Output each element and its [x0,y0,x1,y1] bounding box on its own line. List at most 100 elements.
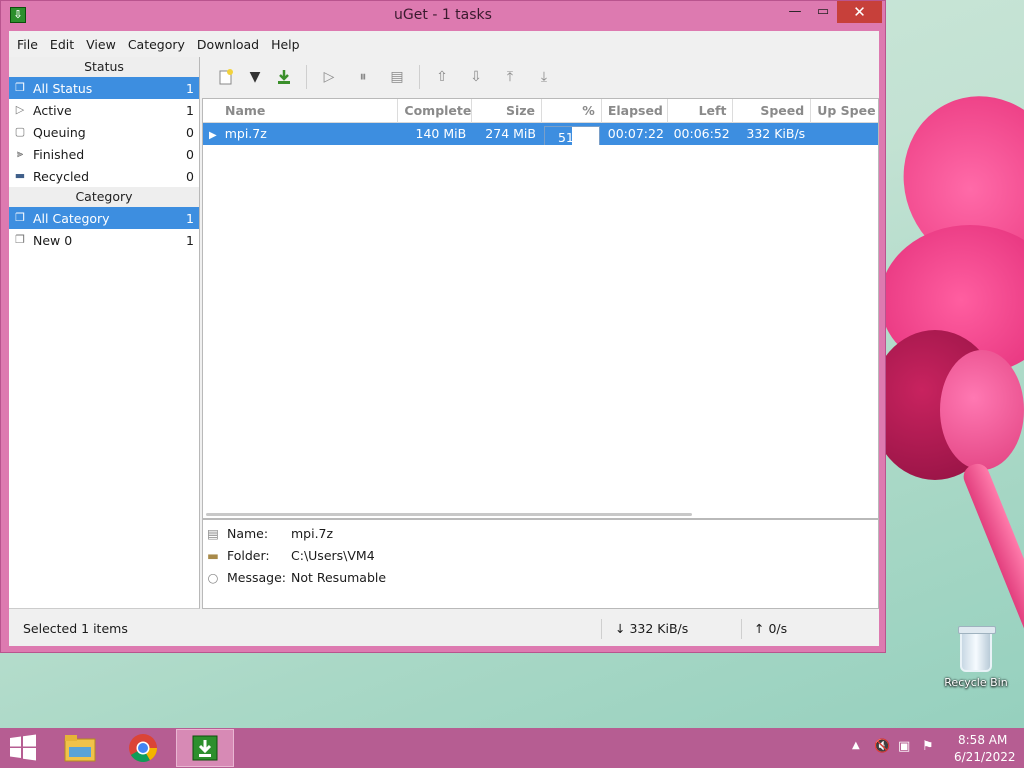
list-header: Name Complete Size % Elapsed Left Speed … [203,99,878,123]
minimize-button[interactable]: — [781,1,809,23]
network-icon[interactable]: ▣ [898,739,910,754]
maximize-button[interactable]: ▭ [809,1,837,23]
sidebar-item-count: 1 [186,102,194,118]
close-button[interactable]: ✕ [837,1,882,23]
sidebar-item-count: 0 [186,146,194,162]
windows-start-icon[interactable] [8,734,40,762]
status-separator [601,619,602,639]
recycle-bin-label: Recycle Bin [944,676,1008,689]
file-explorer-icon[interactable] [52,729,108,767]
sidebar-item-label: Recycled [33,168,90,184]
task-left: 00:06:52 [673,126,730,141]
progress-bar: 51% [543,126,600,145]
sidebar-item-count: 0 [186,168,194,184]
clock-time[interactable]: 8:58 AM [958,733,1007,747]
category-icon: ❐ [15,233,25,246]
move-top-icon[interactable]: ⤒ [496,63,524,91]
detail-message-label: Message: [227,569,286,585]
col-up-speed[interactable]: Up Spee [811,99,878,123]
sidebar-item-finished[interactable]: ⫸ Finished 0 [9,143,199,165]
status-bar: Selected 1 items ↓ 332 KiB/s ↑ 0/s [9,611,879,646]
col-name[interactable]: Name [203,99,399,123]
properties-icon[interactable]: ▤ [383,63,411,91]
status-header: Status [9,57,199,77]
system-tray: ▲ 🔇 ▣ ⚑ 8:58 AM 6/21/2022 [844,728,1024,768]
dropdown-icon[interactable]: ▼ [246,63,264,91]
task-percent-cell: 51% [542,123,602,145]
download-list: Name Complete Size % Elapsed Left Speed … [202,98,879,519]
move-up-icon[interactable]: ⇧ [428,63,456,91]
status-separator [741,619,742,639]
col-size[interactable]: Size [472,99,542,123]
pause-icon[interactable]: ⏸ [349,63,377,91]
detail-folder-value: C:\Users\VM4 [291,547,375,563]
menu-download[interactable]: Download [191,37,265,52]
task-name: mpi.7z [224,126,267,141]
menu-view[interactable]: View [80,37,122,52]
all-category-icon: ❐ [15,211,25,224]
col-name-label: Name [225,103,266,118]
sidebar-item-all-category[interactable]: ❐ All Category 1 [9,207,199,229]
folder-icon: ▬ [207,547,219,563]
clock-date[interactable]: 6/21/2022 [954,750,1016,764]
menu-help[interactable]: Help [265,37,306,52]
sidebar-item-active[interactable]: ▷ Active 1 [9,99,199,121]
finished-icon: ⫸ [16,147,24,160]
file-icon: ▤ [207,525,219,541]
sidebar-item-count: 0 [186,124,194,140]
new-download-icon[interactable] [212,63,240,91]
active-icon: ▷ [15,103,25,116]
flower-petal [940,350,1024,470]
task-complete: 140 MiB [415,126,467,141]
action-center-icon[interactable]: ⚑ [922,739,934,754]
move-down-icon[interactable]: ⇩ [462,63,490,91]
sidebar-item-label: All Status [33,80,93,96]
menu-bar: File Edit View Category Download Help [9,31,879,57]
show-hidden-icons-icon[interactable]: ▲ [852,740,860,751]
detail-name-label: Name: [227,525,269,541]
task-size: 274 MiB [485,126,536,141]
col-complete[interactable]: Complete [398,99,473,123]
detail-message-value: Not Resumable [291,569,387,585]
sidebar-item-count: 1 [186,80,194,96]
sidebar-item-label: Queuing [33,124,86,140]
col-percent[interactable]: % [542,99,602,123]
uget-taskbar-icon[interactable] [176,729,234,767]
toolbar-separator [306,65,307,89]
table-row[interactable]: ▶ mpi.7z 140 MiB 274 MiB 51% 00:07:22 00:… [203,123,878,145]
sidebar-item-recycled[interactable]: ▬ Recycled 0 [9,165,199,187]
col-speed[interactable]: Speed [733,99,812,123]
sidebar-item-queuing[interactable]: ▢ Queuing 0 [9,121,199,143]
selection-status: Selected 1 items [23,621,128,636]
detail-folder-row: ▬ Folder: C:\Users\VM4 [203,544,878,566]
new-batch-icon[interactable] [270,63,298,91]
details-panel: ▤ Name: mpi.7z ▬ Folder: C:\Users\VM4 ○ … [202,519,879,609]
progress-text: 51% [557,130,586,145]
recycle-bin-icon [958,626,996,672]
col-elapsed[interactable]: Elapsed [602,99,668,123]
chrome-icon[interactable] [115,729,171,767]
sidebar-item-count: 1 [186,210,194,226]
sidebar: Status ❐ All Status 1 ▷ Active 1 ▢ Queui… [9,57,200,609]
menu-file[interactable]: File [11,37,44,52]
task-elapsed: 00:07:22 [607,126,664,141]
sidebar-item-new-0[interactable]: ❐ New 0 1 [9,229,199,251]
start-icon[interactable]: ▷ [315,63,343,91]
download-speed: ↓ 332 KiB/s [615,621,689,636]
window-client: File Edit View Category Download Help St… [9,31,879,646]
move-bottom-icon[interactable]: ⤓ [530,63,558,91]
horizontal-scrollbar[interactable] [206,513,692,516]
all-status-icon: ❐ [15,81,25,94]
sidebar-item-all-status[interactable]: ❐ All Status 1 [9,77,199,99]
toolbar-separator [419,65,420,89]
volume-muted-icon[interactable]: 🔇 [874,739,890,754]
lightbulb-icon: ○ [207,569,219,585]
title-bar[interactable]: ⇩ uGet - 1 tasks — ▭ ✕ [1,1,885,31]
menu-edit[interactable]: Edit [44,37,80,52]
sidebar-item-label: All Category [33,210,110,226]
menu-category[interactable]: Category [122,37,191,52]
task-name-cell: ▶ mpi.7z [203,123,398,145]
detail-name-row: ▤ Name: mpi.7z [203,522,878,544]
col-left[interactable]: Left [668,99,734,123]
recycle-bin-shortcut[interactable]: Recycle Bin [938,626,1014,689]
